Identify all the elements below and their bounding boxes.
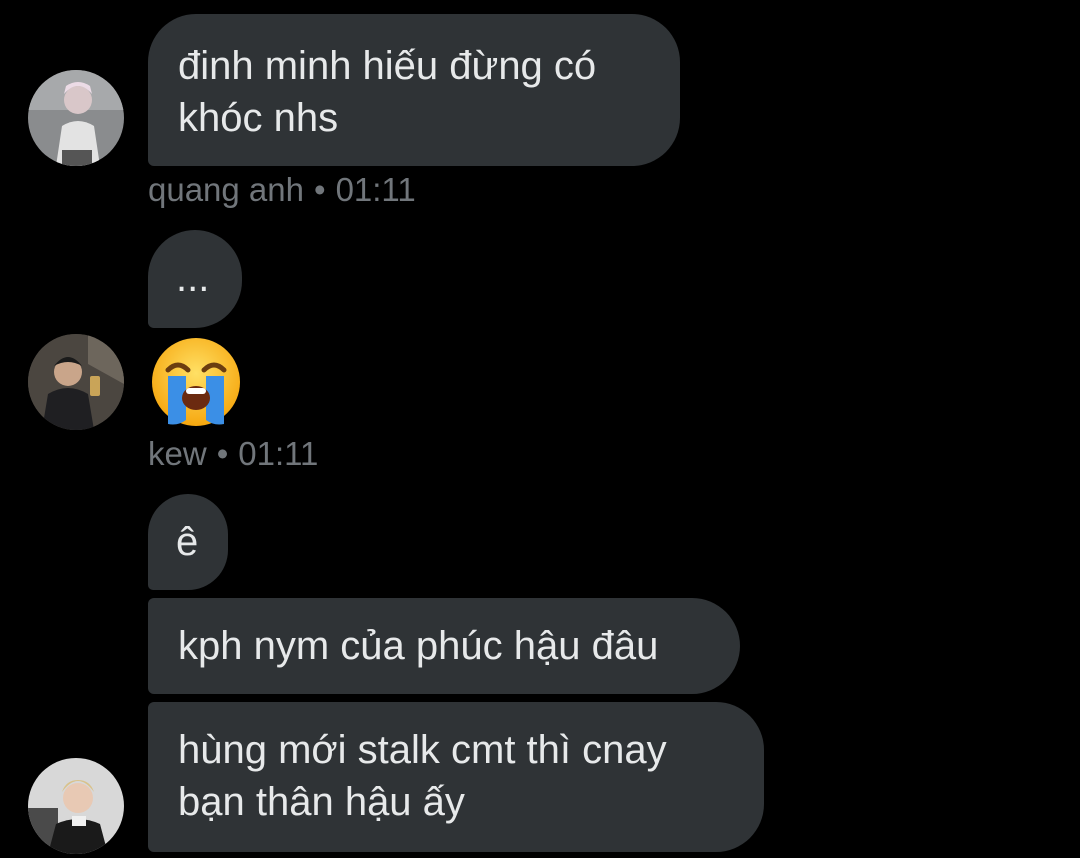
message-text: ...	[176, 256, 210, 300]
message-text: đinh minh hiếu đừng có khóc nhs	[178, 44, 597, 140]
timestamp: 01:11	[335, 171, 416, 208]
avatar-quang-anh	[28, 70, 124, 166]
sender-name: quang anh	[148, 171, 304, 208]
message-bubble[interactable]: kph nym của phúc hậu đâu	[148, 598, 740, 694]
message-bubble[interactable]: hùng mới stalk cmt thì cnay bạn thân hậu…	[148, 702, 764, 852]
message-bubble[interactable]: đinh minh hiếu đừng có khóc nhs	[148, 14, 680, 166]
message-text: kph nym của phúc hậu đâu	[178, 624, 659, 668]
message-text: hùng mới stalk cmt thì cnay bạn thân hậu…	[178, 728, 667, 824]
timestamp: 01:11	[238, 435, 319, 472]
avatar[interactable]	[28, 70, 124, 166]
avatar[interactable]	[28, 758, 124, 854]
avatar-third-user	[28, 758, 124, 854]
message-bubble[interactable]: ê	[148, 494, 228, 590]
message-text: ê	[176, 520, 199, 564]
message-bubble[interactable]: ...	[148, 230, 242, 328]
sender-name: kew	[148, 435, 207, 472]
message-meta: kew • 01:11	[148, 434, 318, 474]
message-meta: quang anh • 01:11	[148, 170, 416, 210]
meta-separator: •	[314, 171, 326, 208]
avatar-kew	[28, 334, 124, 430]
loudly-crying-face-icon[interactable]	[150, 336, 242, 428]
avatar[interactable]	[28, 334, 124, 430]
meta-separator: •	[216, 435, 229, 472]
